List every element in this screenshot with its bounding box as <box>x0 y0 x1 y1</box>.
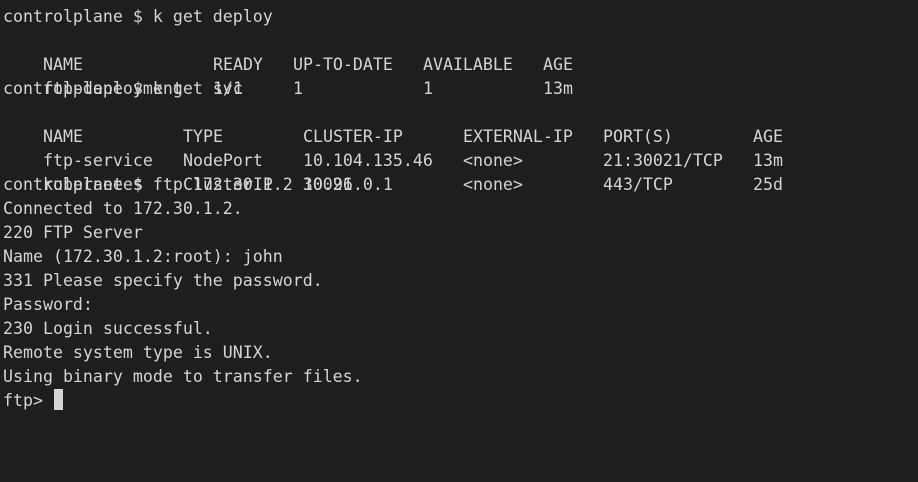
svc-cell-external-ip: <none> <box>462 151 523 170</box>
ftp-prompt-line[interactable]: ftp> <box>3 389 918 413</box>
svc-cell-name: ftp-service <box>42 151 153 170</box>
deploy-cell-up-to-date: 1 <box>292 79 303 98</box>
svc-header-cluster-ip: CLUSTER-IP <box>302 127 403 146</box>
deploy-cell-available: 1 <box>422 79 433 98</box>
svc-header-ports: PORT(S) <box>602 127 673 146</box>
output-line: 331 Please specify the password. <box>3 271 323 290</box>
ftp-prompt: ftp> <box>3 391 53 410</box>
deploy-header-ready: READY <box>212 55 263 74</box>
output-line: Name (172.30.1.2:root): john <box>3 247 283 266</box>
svc-cell-ports: 21:30021/TCP <box>602 151 723 170</box>
svc-header-name: NAME <box>42 127 83 146</box>
deploy-header-up-to-date: UP-TO-DATE <box>292 55 393 74</box>
svc-header-age: AGE <box>752 127 783 146</box>
svc-cell-external-ip: <none> <box>462 175 523 194</box>
terminal-window[interactable]: controlplane $ k get deploy NAME READY UP-… <box>0 0 918 482</box>
svc-header-external-ip: EXTERNAL-IP <box>462 127 573 146</box>
svc-cell-type: NodePort <box>182 151 263 170</box>
output-line: 230 Login successful. <box>3 319 213 338</box>
deploy-table-header: NAME READY UP-TO-DATE AVAILABLE AGE <box>3 29 918 74</box>
svc-table-header: NAME TYPE CLUSTER-IP EXTERNAL-IP PORT(S) AGE <box>3 101 918 146</box>
deploy-header-age: AGE <box>542 55 573 74</box>
output-line: Connected to 172.30.1.2. <box>3 199 243 218</box>
svc-cell-age: 25d <box>752 175 783 194</box>
svc-cell-ports: 443/TCP <box>602 175 673 194</box>
output-line: Remote system type is UNIX. <box>3 343 273 362</box>
output-line: 220 FTP Server <box>3 223 143 242</box>
deploy-cell-age: 13m <box>542 79 573 98</box>
output-line: Using binary mode to transfer files. <box>3 367 363 386</box>
svc-cell-age: 13m <box>752 151 783 170</box>
deploy-header-available: AVAILABLE <box>422 55 513 74</box>
svc-cell-cluster-ip: 10.104.135.46 <box>302 151 433 170</box>
output-line: Password: <box>3 295 93 314</box>
svc-header-type: TYPE <box>182 127 223 146</box>
terminal-cursor[interactable] <box>53 389 63 410</box>
deploy-header-name: NAME <box>42 55 83 74</box>
command-line-deploy: controlplane $ k get deploy <box>3 7 273 26</box>
